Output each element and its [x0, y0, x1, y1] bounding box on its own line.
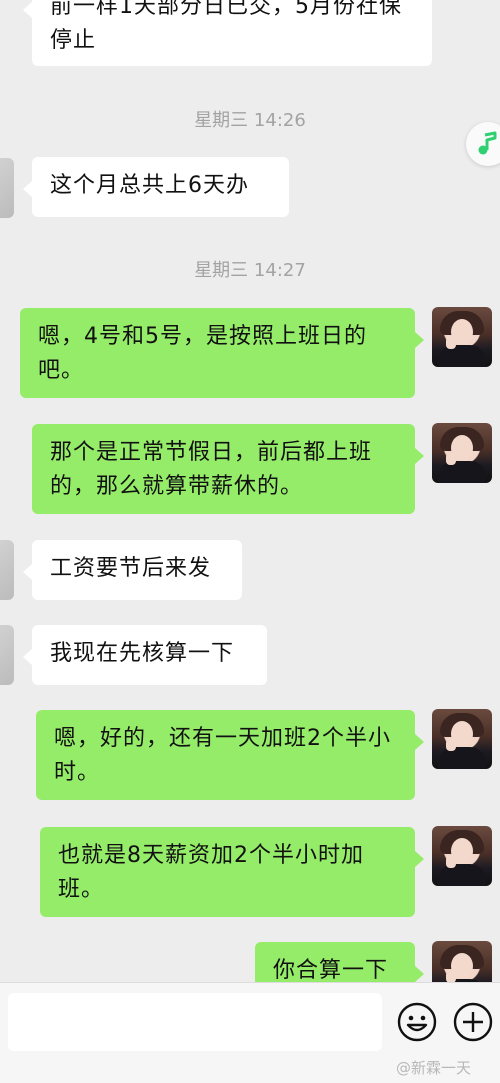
emoji-icon	[397, 1002, 437, 1042]
message-text: 那个是正常节假日，前后都上班的，那么就算带薪休的。	[50, 440, 373, 499]
message-bubble-incoming[interactable]: 这个月总共上6天办	[23, 157, 289, 217]
message-text: 嗯，好的，还有一天加班2个半小时。	[54, 726, 391, 785]
timestamp: 星期三 14:26	[194, 110, 306, 131]
music-floating-button[interactable]	[466, 122, 500, 166]
message-text: 嗯，4号和5号，是按照上班日的吧。	[38, 324, 367, 383]
plus-icon	[453, 1002, 493, 1042]
user-avatar[interactable]	[432, 423, 492, 483]
message-bubble-outgoing[interactable]: 那个是正常节假日，前后都上班的，那么就算带薪休的。	[32, 424, 424, 514]
message-bubble-outgoing[interactable]: 嗯，好的，还有一天加班2个半小时。	[36, 710, 424, 800]
message-input[interactable]	[8, 993, 382, 1051]
message-bubble-incoming[interactable]: 前一样1天部分日已交，5月份社保停止	[23, 0, 432, 66]
message-text: 也就是8天薪资加2个半小时加班。	[58, 843, 364, 902]
message-text: 工资要节后来发	[50, 556, 212, 581]
contact-avatar[interactable]	[0, 540, 14, 600]
contact-avatar[interactable]	[0, 625, 14, 685]
message-bubble-outgoing[interactable]: 你合算一下	[255, 942, 424, 982]
contact-avatar[interactable]	[0, 158, 14, 218]
music-note-icon	[478, 131, 497, 155]
user-avatar[interactable]	[432, 826, 492, 886]
message-text: 前一样1天部分日已交，5月份社保停止	[50, 0, 402, 53]
message-text: 这个月总共上6天办	[50, 173, 249, 198]
user-avatar[interactable]	[432, 709, 492, 769]
user-avatar[interactable]	[432, 941, 492, 982]
message-bubble-outgoing[interactable]: 也就是8天薪资加2个半小时加班。	[40, 827, 424, 917]
plus-button[interactable]	[452, 1001, 494, 1043]
watermark: @新霖一天	[396, 1059, 472, 1077]
message-text: 我现在先核算一下	[50, 641, 235, 666]
message-text: 你合算一下	[273, 958, 389, 982]
chat-area[interactable]: 前一样1天部分日已交，5月份社保停止 星期三 14:26 这个月总共上6天办 星…	[0, 0, 500, 982]
timestamp: 星期三 14:27	[194, 260, 306, 281]
message-bubble-outgoing[interactable]: 嗯，4号和5号，是按照上班日的吧。	[20, 308, 424, 398]
message-bubble-incoming[interactable]: 我现在先核算一下	[23, 625, 267, 685]
message-bubble-incoming[interactable]: 工资要节后来发	[23, 540, 242, 600]
user-avatar[interactable]	[432, 307, 492, 367]
emoji-button[interactable]	[396, 1001, 438, 1043]
input-bar: @新霖一天	[0, 982, 500, 1083]
